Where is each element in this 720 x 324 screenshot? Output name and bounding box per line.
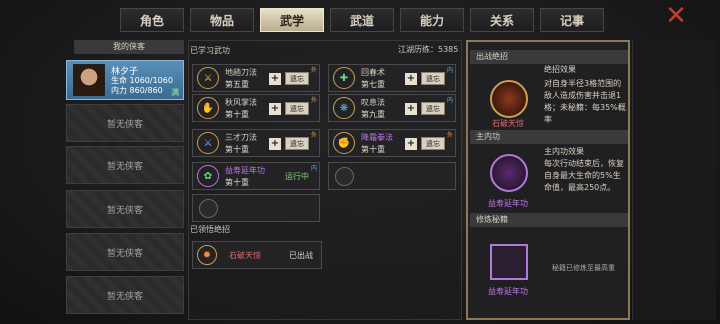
skill-type-tag: 内 (446, 97, 453, 104)
close-icon[interactable]: ✕ (664, 3, 688, 29)
skill-level: 第十重 (361, 145, 385, 154)
ult-effect-title: 绝招效果 (544, 65, 576, 74)
skill-name: 叹息法 (361, 98, 385, 107)
upgrade-button[interactable]: + (405, 73, 417, 85)
upgrade-button[interactable]: + (405, 138, 417, 150)
forget-button[interactable]: 遗忘 (285, 102, 309, 115)
skill-type-tag: 内 (310, 165, 317, 172)
skill-name: 降霜拳法 (361, 133, 393, 142)
burst-icon: ✹ (197, 245, 217, 265)
roster-title: 我的侠客 (74, 40, 184, 54)
skill-slot[interactable]: ❋ 叹息法 第九重 + 遗忘 内 (328, 94, 456, 122)
skill-name: 益寿延年功 (225, 166, 265, 175)
tab-items[interactable]: 物品 (190, 8, 254, 32)
skill-level: 第十重 (225, 145, 249, 154)
inner-effect-text: 每次行动结束后，恢复自身最大生命的5%生命值，最高250点。 (544, 159, 624, 192)
tab-character[interactable]: 角色 (120, 8, 184, 32)
longevity-icon (490, 154, 528, 192)
upgrade-button[interactable]: + (269, 138, 281, 150)
roster-slot[interactable]: 暂无侠客 (66, 276, 184, 314)
skill-type-tag: 外 (446, 132, 453, 139)
empty-slot-icon (199, 199, 218, 218)
tab-journal[interactable]: 记事 (540, 8, 604, 32)
blade-icon: ⚔ (197, 132, 219, 154)
skill-level: 第十重 (225, 110, 249, 119)
slot-label: 暂无侠客 (106, 161, 143, 172)
skill-slot[interactable]: ⚔ 三才刀法 第十重 + 遗忘 外 (192, 129, 320, 157)
skill-type-tag: 内 (446, 67, 453, 74)
ultimate-status: 已出战 (289, 251, 313, 260)
learned-title: 已学习武功 (190, 46, 230, 55)
empty-skill-slot[interactable] (192, 194, 320, 222)
forget-button[interactable]: 遗忘 (421, 137, 445, 150)
tab-relations[interactable]: 关系 (470, 8, 534, 32)
roster-slot[interactable]: 暂无侠客 (66, 104, 184, 142)
forget-button[interactable]: 遗忘 (285, 72, 309, 85)
slot-label: 暂无侠客 (106, 291, 143, 302)
tab-bar: 角色 物品 武学 武道 能力 关系 记事 (120, 8, 604, 32)
burst-icon (490, 80, 528, 118)
side-background (632, 40, 716, 320)
ultimate-slot[interactable]: ✹ 石破天惊 已出战 (192, 241, 322, 269)
tab-abilities[interactable]: 能力 (400, 8, 464, 32)
roster-slot[interactable]: 暂无侠客 (66, 233, 184, 271)
inner-effect-title: 主内功效果 (544, 147, 584, 156)
skill-name: 地趟刀法 (225, 68, 257, 77)
blade-icon: ⚔ (197, 67, 219, 89)
slot-label: 暂无侠客 (106, 248, 143, 259)
upgrade-button[interactable]: + (269, 103, 281, 115)
skill-name: 回春术 (361, 68, 385, 77)
skill-slot[interactable]: ✊ 降霜拳法 第十重 + 遗忘 外 (328, 129, 456, 157)
palm-icon: ✋ (197, 97, 219, 119)
hero-avatar (73, 64, 105, 96)
hero-card[interactable]: 林夕子 生命 1060/1060 内力 860/860 满 (66, 60, 184, 100)
heal-icon: ✚ (333, 67, 355, 89)
ultimate-section-title: 已领悟绝招 (190, 225, 230, 234)
ultimate-name: 石破天惊 (229, 251, 261, 260)
forget-button[interactable]: 遗忘 (421, 72, 445, 85)
skill-name: 秋风掌法 (225, 98, 257, 107)
upgrade-button[interactable]: + (269, 73, 281, 85)
hero-status: 满 (171, 88, 179, 97)
hero-mp: 内力 860/860 (111, 86, 163, 95)
skill-level: 第十重 (225, 178, 249, 187)
fist-icon: ✊ (333, 132, 355, 154)
tab-martial-way[interactable]: 武道 (330, 8, 394, 32)
tab-martial-arts[interactable]: 武学 (260, 8, 324, 32)
skill-slot[interactable]: ✚ 回春术 第七重 + 遗忘 内 (328, 64, 456, 92)
empty-skill-slot[interactable] (328, 162, 456, 190)
skill-type-tag: 外 (310, 97, 317, 104)
ult-section-title: 出战绝招 (470, 50, 628, 64)
ult-effect-text: 对自身半径3格范围的敌人造成伤害并击退1格；未秘籍：每35%概率 (544, 79, 626, 124)
slot-label: 暂无侠客 (106, 119, 143, 130)
roster-slot[interactable]: 暂无侠客 (66, 190, 184, 228)
ult-detail-name: 石破天惊 (492, 119, 524, 128)
book-name: 益寿延年功 (488, 287, 528, 296)
forget-button[interactable]: 遗忘 (421, 102, 445, 115)
skill-type-tag: 外 (310, 67, 317, 74)
running-status: 运行中 (285, 172, 309, 181)
inner-section-title: 主内功 (470, 130, 628, 144)
roster-slot[interactable]: 暂无侠客 (66, 146, 184, 184)
skill-level: 第七重 (361, 80, 385, 89)
exp-counter: 江湖历练：5385 (398, 45, 459, 54)
longevity-icon: ✿ (197, 165, 219, 187)
skill-level: 第五重 (225, 80, 249, 89)
scroll-icon (490, 244, 528, 280)
empty-slot-icon (335, 167, 354, 186)
skill-name: 三才刀法 (225, 133, 257, 142)
skill-slot[interactable]: ✿ 益寿延年功 第十重 运行中 内 (192, 162, 320, 190)
upgrade-button[interactable]: + (405, 103, 417, 115)
slot-label: 暂无侠客 (106, 205, 143, 216)
book-section-title: 修炼秘籍 (470, 213, 628, 227)
skill-slot[interactable]: ⚔ 地趟刀法 第五重 + 遗忘 外 (192, 64, 320, 92)
forget-button[interactable]: 遗忘 (285, 137, 309, 150)
breath-icon: ❋ (333, 97, 355, 119)
skill-level: 第九重 (361, 110, 385, 119)
book-note: 秘籍已修炼至最高重 (552, 264, 615, 272)
inner-detail-name: 益寿延年功 (488, 199, 528, 208)
skill-type-tag: 外 (310, 132, 317, 139)
skill-slot[interactable]: ✋ 秋风掌法 第十重 + 遗忘 外 (192, 94, 320, 122)
